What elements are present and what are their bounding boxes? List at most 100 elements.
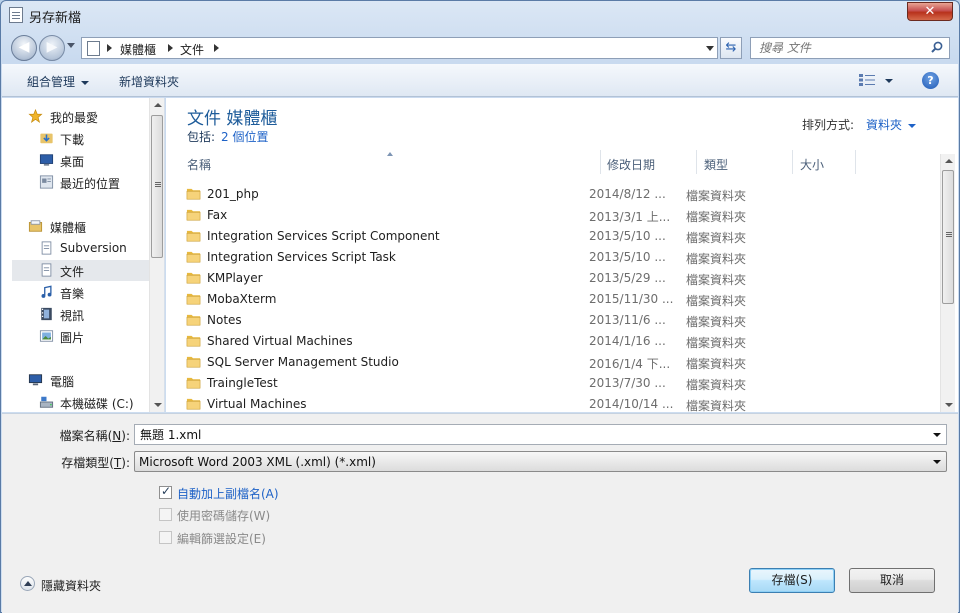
- address-dropdown-icon[interactable]: [706, 46, 714, 51]
- close-button[interactable]: ✕: [907, 2, 953, 21]
- view-options-icon[interactable]: [859, 74, 875, 86]
- column-header-date[interactable]: 修改日期: [607, 156, 655, 173]
- file-row[interactable]: Virtual Machines 2014/10/14 ... 檔案資料夾: [184, 394, 784, 415]
- new-folder-button[interactable]: 新增資料夾: [119, 73, 179, 90]
- column-header-name[interactable]: 名稱: [187, 156, 211, 173]
- file-name: Notes: [207, 313, 242, 327]
- nav-item-documents[interactable]: 文件: [12, 260, 150, 281]
- column-header-size[interactable]: 大小: [800, 156, 824, 173]
- file-row[interactable]: 201_php 2014/8/12 ... 檔案資料夾: [184, 184, 784, 205]
- help-icon[interactable]: ?: [922, 72, 939, 89]
- file-type: 檔案資料夾: [686, 357, 747, 371]
- chevron-down-icon[interactable]: [933, 433, 941, 437]
- file-type: 檔案資料夾: [686, 294, 747, 308]
- file-date: 2016/1/4 下...: [589, 357, 671, 371]
- checkbox-unchecked[interactable]: [159, 531, 172, 544]
- chevron-down-icon: [81, 80, 90, 85]
- column-divider[interactable]: [855, 150, 856, 174]
- file-type: 檔案資料夾: [686, 399, 747, 413]
- file-date: 2013/11/6 ...: [589, 313, 666, 327]
- forward-button[interactable]: ▶: [39, 35, 65, 61]
- view-dropdown-icon[interactable]: [885, 79, 893, 83]
- file-row[interactable]: SQL Server Management Studio 2016/1/4 下..…: [184, 352, 784, 373]
- hide-folders-toggle[interactable]: 隱藏資料夾: [20, 574, 140, 594]
- file-row[interactable]: KMPlayer 2013/5/29 ... 檔案資料夾: [184, 268, 784, 289]
- nav-item-downloads[interactable]: 下載: [12, 128, 150, 149]
- cancel-button[interactable]: 取消: [849, 568, 935, 593]
- scroll-thumb[interactable]: [151, 115, 163, 258]
- file-row[interactable]: Integration Services Script Task 2013/5/1…: [184, 247, 784, 268]
- save-with-password-checkbox[interactable]: 使用密碼儲存(W): [159, 505, 359, 523]
- nav-item-music[interactable]: 音樂: [12, 282, 150, 303]
- file-row[interactable]: Shared Virtual Machines 2014/1/16 ... 檔案資料…: [184, 331, 784, 352]
- auto-extension-checkbox[interactable]: 自動加上副檔名(A): [159, 483, 359, 501]
- file-name: KMPlayer: [207, 271, 263, 285]
- file-row[interactable]: Integration Services Script Component 201…: [184, 226, 784, 247]
- scroll-up-icon[interactable]: [154, 103, 162, 107]
- nav-item-videos[interactable]: 視訊: [12, 304, 150, 325]
- nav-item-libraries[interactable]: 媒體櫃: [12, 216, 150, 237]
- chevron-up-icon: [20, 576, 35, 591]
- navigation-scrollbar[interactable]: [149, 98, 164, 412]
- scroll-down-icon[interactable]: [945, 403, 953, 407]
- column-divider[interactable]: [696, 150, 697, 174]
- filename-input[interactable]: [138, 427, 918, 442]
- search-icon[interactable]: [931, 41, 943, 53]
- nav-item-subversion[interactable]: Subversion: [12, 238, 150, 259]
- organize-label: 組合管理: [27, 75, 76, 89]
- nav-item-label: 文件: [60, 265, 85, 279]
- nav-item-favorites[interactable]: 我的最愛: [12, 106, 150, 127]
- column-divider[interactable]: [792, 150, 793, 174]
- column-header-type[interactable]: 類型: [704, 156, 728, 173]
- filename-combobox[interactable]: [134, 424, 947, 445]
- checkbox-label: 自動加上副檔名(A): [177, 487, 279, 501]
- breadcrumb-libraries[interactable]: 媒體櫃: [120, 41, 156, 58]
- file-type: 檔案資料夾: [686, 273, 747, 287]
- file-list-scrollbar[interactable]: [940, 154, 955, 412]
- file-row[interactable]: MobaXterm 2015/11/30 ... 檔案資料夾: [184, 289, 784, 310]
- save-button[interactable]: 存檔(S): [749, 568, 835, 593]
- document-icon: [87, 41, 100, 56]
- breadcrumb-chevron-icon[interactable]: [168, 44, 173, 52]
- locations-link[interactable]: 2 個位置: [221, 130, 268, 144]
- organize-button[interactable]: 組合管理: [27, 73, 90, 90]
- recent-places-icon: [39, 175, 54, 189]
- scroll-thumb[interactable]: [942, 170, 954, 304]
- file-row[interactable]: Fax 2013/3/1 上... 檔案資料夾: [184, 205, 784, 226]
- file-row[interactable]: TraingleTest 2013/7/30 ... 檔案資料夾: [184, 373, 784, 394]
- filetype-select[interactable]: Microsoft Word 2003 XML (.xml) (*.xml): [134, 451, 947, 472]
- file-name: Integration Services Script Component: [207, 229, 440, 243]
- nav-item-pictures[interactable]: 圖片: [12, 326, 150, 347]
- includes-label: 包括:: [187, 130, 216, 144]
- breadcrumb-chevron-icon[interactable]: [214, 44, 219, 52]
- nav-item-recent-places[interactable]: 最近的位置: [12, 172, 150, 193]
- file-type: 檔案資料夾: [686, 231, 747, 245]
- file-date: 2013/7/30 ...: [589, 376, 666, 390]
- search-box[interactable]: [750, 37, 950, 59]
- scroll-up-icon[interactable]: [945, 159, 953, 163]
- music-icon: [41, 285, 52, 298]
- breadcrumb-chevron-icon[interactable]: [107, 44, 112, 52]
- folder-icon: [186, 271, 201, 285]
- arrange-by-value: 資料夾: [866, 118, 903, 132]
- file-row[interactable]: Notes 2013/11/6 ... 檔案資料夾: [184, 310, 784, 331]
- back-button[interactable]: ◀: [11, 35, 37, 61]
- address-bar[interactable]: 媒體櫃 文件: [81, 37, 718, 59]
- nav-item-desktop[interactable]: 桌面: [12, 150, 150, 171]
- chevron-down-icon[interactable]: [933, 460, 941, 464]
- checkbox-checked[interactable]: [159, 484, 172, 499]
- document-icon: [9, 7, 23, 23]
- arrange-by-dropdown[interactable]: 資料夾: [866, 116, 917, 133]
- recent-pages-dropdown[interactable]: [67, 43, 75, 48]
- search-input[interactable]: [757, 40, 922, 56]
- star-icon: [28, 109, 43, 123]
- scroll-down-icon[interactable]: [154, 403, 162, 407]
- refresh-button[interactable]: ⇆: [720, 37, 742, 59]
- breadcrumb-documents[interactable]: 文件: [180, 41, 204, 58]
- checkbox-unchecked[interactable]: [159, 508, 172, 521]
- column-divider[interactable]: [600, 150, 601, 174]
- nav-item-local-disk[interactable]: 本機磁碟 (C:): [12, 392, 150, 413]
- nav-item-computer[interactable]: 電腦: [12, 370, 150, 391]
- edit-filter-settings-checkbox[interactable]: 編輯篩選設定(E): [159, 528, 359, 546]
- nav-item-label: 桌面: [60, 155, 85, 169]
